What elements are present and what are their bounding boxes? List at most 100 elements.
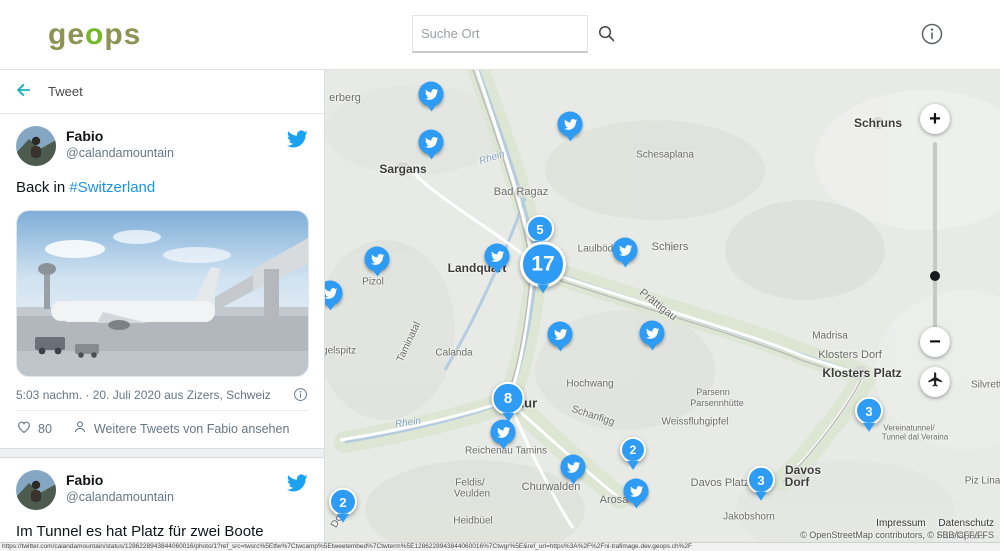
tweet-card[interactable]: Fabio @calandamountain Im Tunnel es hat … xyxy=(0,458,324,551)
back-button[interactable] xyxy=(14,80,34,103)
cluster-count: 2 xyxy=(630,443,637,457)
tweet-cluster-marker[interactable]: 3 xyxy=(747,466,775,494)
fly-mode-button[interactable] xyxy=(920,367,950,397)
tweet-header: Fabio @calandamountain xyxy=(16,126,308,166)
map[interactable]: erbergSchrunsSargansRheinBad RagazSchesa… xyxy=(325,70,1000,551)
geops-logo[interactable]: geops xyxy=(48,18,141,52)
tweet-author[interactable]: Fabio xyxy=(66,128,286,145)
logo-text-ps: ps xyxy=(104,18,141,51)
tweet-pin-marker[interactable] xyxy=(561,455,586,480)
attribution-copyright: © OpenStreetMap contributors, © SBB/CFF/… xyxy=(800,530,994,540)
twitter-icon xyxy=(325,286,337,300)
tweet-pin-marker[interactable] xyxy=(419,82,444,107)
more-tweets-link[interactable]: Weitere Tweets von Fabio ansehen xyxy=(72,419,290,438)
map-place-label: Prättigau xyxy=(637,287,679,324)
browser-status-url: https://twitter.com/calandamountain/stat… xyxy=(0,542,1000,551)
zoom-slider-handle[interactable] xyxy=(930,271,940,281)
cluster-count: 17 xyxy=(531,252,554,276)
tweet-pin-marker[interactable] xyxy=(485,244,510,269)
map-place-label: Schesaplana xyxy=(636,150,694,161)
tweet-pin-marker[interactable] xyxy=(558,112,583,137)
tweet-author-block: Fabio @calandamountain xyxy=(66,126,286,161)
map-place-label: Klosters Dorf xyxy=(818,349,882,361)
zoom-out-button[interactable]: − xyxy=(920,327,950,357)
map-place-label: Bad Ragaz xyxy=(494,186,548,198)
twitter-icon xyxy=(490,249,504,263)
tweet-meta: 5:03 nachm. · 20. Juli 2020 aus Zizers, … xyxy=(16,387,308,402)
twitter-icon xyxy=(370,252,384,266)
map-place-label: Hochwang xyxy=(566,379,613,390)
twitter-icon xyxy=(563,117,577,131)
twitter-icon xyxy=(496,425,510,439)
tweet-pin-marker[interactable] xyxy=(613,238,638,263)
sidebar-title: Tweet xyxy=(48,84,83,99)
twitter-icon xyxy=(629,484,643,498)
tweet-author[interactable]: Fabio xyxy=(66,472,286,489)
twitter-icon xyxy=(553,327,567,341)
like-button[interactable]: 80 xyxy=(16,419,52,438)
like-count: 80 xyxy=(38,422,52,436)
tweet-pin-marker[interactable] xyxy=(325,281,343,306)
tweet-cluster-marker[interactable]: 8 xyxy=(492,382,525,415)
map-place-label: Davos Platz xyxy=(691,477,750,489)
map-overlay-layer: erbergSchrunsSargansRheinBad RagazSchesa… xyxy=(325,70,1000,551)
cluster-count: 5 xyxy=(536,221,543,236)
avatar xyxy=(16,126,56,166)
tweet-pin-marker[interactable] xyxy=(419,130,444,155)
tweet-info-icon[interactable] xyxy=(293,387,308,402)
heart-icon xyxy=(16,419,32,438)
map-place-label: Silvretta xyxy=(971,380,1000,391)
content-area: Tweet Fabio @calandamountain Back i xyxy=(0,70,1000,551)
tweet-pin-marker[interactable] xyxy=(640,321,665,346)
tweet-actions: 80 Weitere Tweets von Fabio ansehen xyxy=(16,419,308,438)
cluster-count: 3 xyxy=(865,403,872,418)
header-info-button[interactable] xyxy=(918,21,946,49)
map-place-label: Schanfigg xyxy=(570,404,616,428)
zoom-slider[interactable] xyxy=(933,142,937,328)
map-place-label: Parsenn xyxy=(696,387,730,397)
hashtag-link[interactable]: #Switzerland xyxy=(69,179,155,196)
more-tweets-label: Weitere Tweets von Fabio ansehen xyxy=(94,422,290,436)
map-place-label: Pizol xyxy=(362,277,384,288)
search-icon[interactable] xyxy=(597,24,616,43)
tweet-cluster-marker[interactable]: 3 xyxy=(855,397,883,425)
map-place-label: Dorf xyxy=(785,475,810,489)
tweet-pin-marker[interactable] xyxy=(365,247,390,272)
card-separator xyxy=(0,448,324,458)
map-place-label: Piz Linard xyxy=(965,476,1000,487)
twitter-icon[interactable] xyxy=(286,128,308,150)
tweet-text: Im Tunnel es hat Platz für zwei Boote xyxy=(16,522,308,542)
map-place-label: Taminatal xyxy=(395,320,423,363)
map-place-label: Rhein xyxy=(478,149,506,168)
tweet-handle[interactable]: @calandamountain xyxy=(66,145,286,161)
twitter-icon[interactable] xyxy=(286,472,308,494)
tweet-pin-marker[interactable] xyxy=(624,479,649,504)
tweet-sidebar: Tweet Fabio @calandamountain Back i xyxy=(0,70,325,551)
tweet-cluster-marker[interactable]: 2 xyxy=(620,437,646,463)
app-window: geops Tweet xyxy=(0,0,1000,551)
tweet-author-block: Fabio @calandamountain xyxy=(66,470,286,505)
cluster-count: 8 xyxy=(504,390,512,407)
search-input[interactable] xyxy=(421,26,597,41)
zoom-in-button[interactable]: + xyxy=(920,104,950,134)
tweet-text-plain: Back in xyxy=(16,179,69,196)
tweet-timestamp[interactable]: 5:03 nachm. · 20. Juli 2020 aus Zizers, … xyxy=(16,388,271,402)
map-place-label: Parsennhütte xyxy=(690,398,744,408)
tweet-pin-marker[interactable] xyxy=(548,322,573,347)
map-place-label: Weissfluhgipfel xyxy=(661,417,728,428)
tweet-cluster-marker[interactable]: 17 xyxy=(520,241,566,287)
info-icon xyxy=(920,22,944,49)
search-box xyxy=(412,15,588,53)
airplane-icon xyxy=(927,371,944,394)
impressum-link[interactable]: Impressum xyxy=(876,518,925,529)
tweet-photo[interactable] xyxy=(16,210,309,377)
tweet-handle[interactable]: @calandamountain xyxy=(66,489,286,505)
datenschutz-link[interactable]: Datenschutz xyxy=(938,518,994,529)
tweet-pin-marker[interactable] xyxy=(491,420,516,445)
map-place-label: Feldis/ xyxy=(455,478,484,489)
twitter-icon xyxy=(424,135,438,149)
tweet-card[interactable]: Fabio @calandamountain Back in #Switzerl… xyxy=(0,114,324,448)
tweet-cluster-marker[interactable]: 2 xyxy=(329,488,357,516)
tweet-cluster-marker[interactable]: 5 xyxy=(526,215,554,243)
tweet-header: Fabio @calandamountain xyxy=(16,470,308,510)
